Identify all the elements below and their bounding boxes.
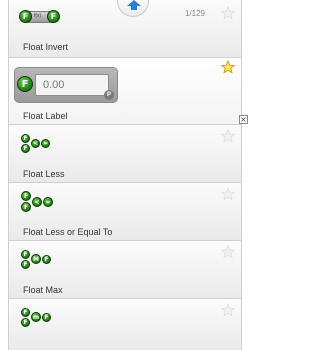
max-op-icon: M: [31, 254, 41, 264]
float-node-icon: F: [21, 250, 30, 259]
float-node-icon: F: [21, 260, 30, 269]
min-op-icon: m: [31, 312, 41, 322]
float-node-icon: F: [21, 318, 30, 327]
float-node-icon: F: [21, 191, 31, 201]
float-node-icon: F: [42, 313, 51, 322]
node-list: F f(x) F 1/129 Float Invert Float Label …: [8, 0, 242, 350]
close-icon[interactable]: ×: [239, 115, 248, 124]
list-item-float-max[interactable]: F F M F Float Max: [9, 241, 241, 299]
favorite-star-icon[interactable]: [221, 60, 235, 74]
float-node-icon: F: [47, 10, 60, 23]
favorite-star-icon[interactable]: [221, 303, 235, 317]
favorite-star-icon[interactable]: [221, 129, 235, 143]
invert-symbol: f(x): [34, 13, 42, 19]
list-item-float-invert[interactable]: F f(x) F 1/129 Float Invert: [9, 0, 241, 58]
item-label: Float Less: [23, 169, 65, 179]
float-node-icon: F: [19, 10, 32, 23]
up-arrow-icon: [127, 0, 141, 10]
float-node-icon: F: [21, 144, 30, 153]
item-label: Float Less or Equal To: [23, 227, 113, 237]
favorite-star-icon[interactable]: [221, 245, 235, 259]
page-counter: 1/129: [184, 9, 205, 18]
float-node-icon: F: [21, 134, 30, 143]
list-item-float-min[interactable]: F F m F: [9, 299, 241, 350]
float-value-field[interactable]: 0.00: [35, 74, 109, 96]
item-label: Float Max: [23, 285, 63, 295]
scroll-up-button[interactable]: [117, 0, 149, 17]
item-label: Float Invert: [23, 42, 69, 52]
float-node-icon: F: [17, 76, 33, 92]
list-item-float-less-or-equal[interactable]: F F < = Float Less or Equal To: [9, 183, 241, 241]
float-label-preview: F 0.00 P: [14, 67, 118, 103]
less-op-icon: <: [31, 139, 40, 148]
p-badge-icon: P: [104, 90, 114, 100]
favorite-star-icon[interactable]: [221, 187, 235, 201]
float-node-icon: F: [42, 255, 51, 264]
float-node-icon: F: [21, 308, 30, 317]
equal-op-icon: =: [43, 197, 53, 207]
app-screen: F f(x) F 1/129 Float Invert Float Label …: [0, 0, 250, 350]
less-op-icon: <: [32, 197, 42, 207]
float-node-icon: F: [21, 202, 31, 212]
list-item-float-less[interactable]: F F < = Float Less: [9, 125, 241, 183]
favorite-star-icon[interactable]: [221, 6, 235, 20]
equal-op-icon: =: [41, 139, 50, 148]
item-label: Float Label: [23, 111, 68, 121]
